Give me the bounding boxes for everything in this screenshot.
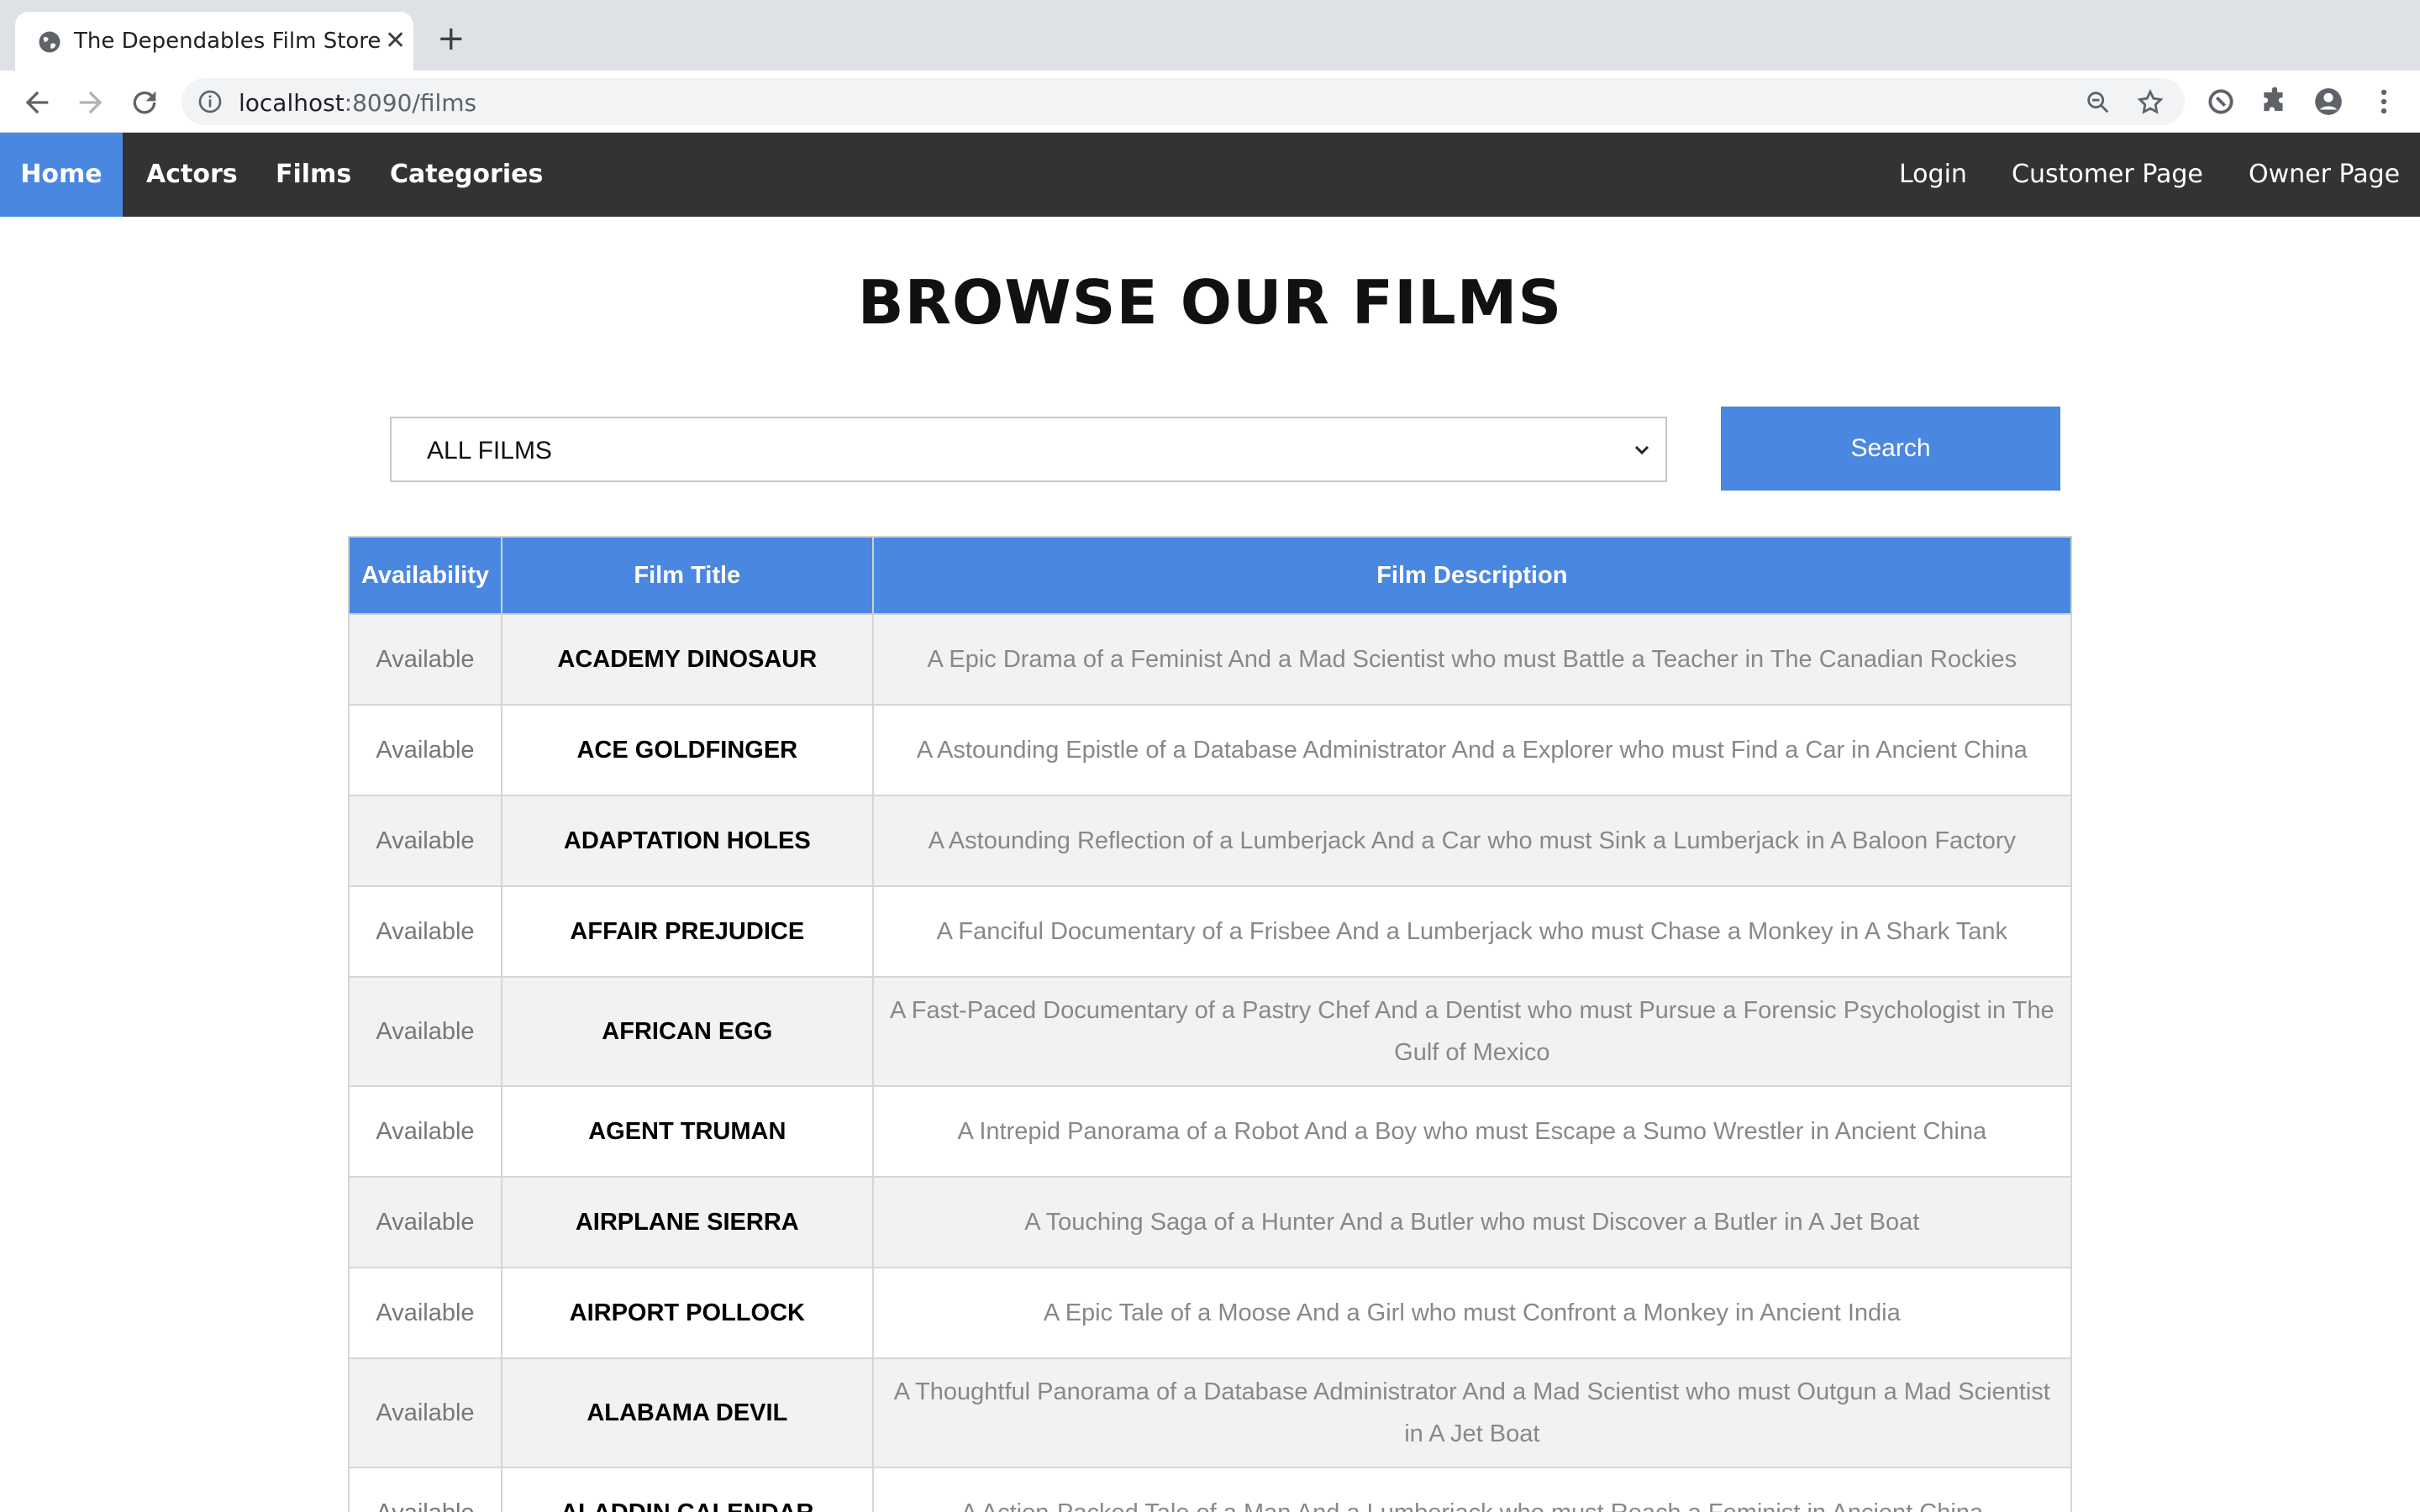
table-row: Available ALABAMA DEVIL A Thoughtful Pan… bbox=[348, 1357, 2073, 1468]
forward-arrow-icon[interactable] bbox=[74, 86, 108, 119]
close-tab-icon[interactable]: ✕ bbox=[385, 27, 406, 55]
site-info-icon[interactable] bbox=[197, 88, 224, 115]
profile-avatar-icon[interactable] bbox=[2312, 86, 2344, 118]
zoom-icon[interactable] bbox=[2084, 88, 2112, 117]
table-header-row: Availability Film Title Film Description bbox=[348, 536, 2073, 615]
film-title-cell: ACE GOLDFINGER bbox=[500, 704, 874, 796]
film-title-cell: AIRPLANE SIERRA bbox=[500, 1176, 874, 1268]
table-row: Available ALADDIN CALENDAR A Action-Pack… bbox=[348, 1467, 2073, 1512]
reload-icon[interactable] bbox=[128, 86, 161, 119]
browser-tabstrip: The Dependables Film Store ✕ + bbox=[0, 0, 2420, 71]
film-description-cell: A Fast-Paced Documentary of a Pastry Che… bbox=[871, 976, 2073, 1087]
film-description-cell: A Action-Packed Tale of a Man And a Lumb… bbox=[871, 1467, 2073, 1512]
availability-cell: Available bbox=[348, 1085, 502, 1178]
browser-tab[interactable]: The Dependables Film Store ✕ bbox=[15, 12, 413, 71]
availability-cell: Available bbox=[348, 1267, 502, 1359]
site-navbar: Home Actors Films Categories Login Custo… bbox=[0, 133, 2420, 217]
availability-cell: Available bbox=[348, 1357, 502, 1468]
chevron-down-icon bbox=[1634, 445, 1649, 455]
extensions-icon[interactable] bbox=[2259, 86, 2291, 118]
film-description-cell: A Touching Saga of a Hunter And a Butler… bbox=[871, 1176, 2073, 1268]
bookmark-star-icon[interactable] bbox=[2136, 88, 2165, 117]
film-description-cell: A Epic Drama of a Feminist And a Mad Sci… bbox=[871, 613, 2073, 706]
availability-header: Availability bbox=[348, 536, 502, 615]
availability-cell: Available bbox=[348, 1467, 502, 1512]
film-title-cell: ACADEMY DINOSAUR bbox=[500, 613, 874, 706]
nav-home-link[interactable]: Home bbox=[0, 133, 123, 217]
availability-cell: Available bbox=[348, 795, 502, 887]
film-filter-select[interactable]: ALL FILMS bbox=[390, 417, 1667, 482]
film-description-cell: A Fanciful Documentary of a Frisbee And … bbox=[871, 885, 2073, 978]
availability-cell: Available bbox=[348, 613, 502, 706]
film-description-cell: A Epic Tale of a Moose And a Girl who mu… bbox=[871, 1267, 2073, 1359]
table-row: Available ACADEMY DINOSAUR A Epic Drama … bbox=[348, 613, 2073, 706]
film-title-cell: AIRPORT POLLOCK bbox=[500, 1267, 874, 1359]
availability-cell: Available bbox=[348, 976, 502, 1087]
film-description-cell: A Intrepid Panorama of a Robot And a Boy… bbox=[871, 1085, 2073, 1178]
nav-categories-link[interactable]: Categories bbox=[390, 133, 543, 217]
film-description-cell: A Astounding Reflection of a Lumberjack … bbox=[871, 795, 2073, 887]
table-row: Available AGENT TRUMAN A Intrepid Panora… bbox=[348, 1085, 2073, 1178]
table-row: Available AFFAIR PREJUDICE A Fanciful Do… bbox=[348, 885, 2073, 978]
availability-cell: Available bbox=[348, 1176, 502, 1268]
table-row: Available AFRICAN EGG A Fast-Paced Docum… bbox=[348, 976, 2073, 1087]
film-title-cell: ALADDIN CALENDAR bbox=[500, 1467, 874, 1512]
film-title-cell: ALABAMA DEVIL bbox=[500, 1357, 874, 1468]
nav-customer-page-link[interactable]: Customer Page bbox=[2012, 133, 2203, 217]
globe-icon bbox=[39, 31, 60, 53]
films-table: Availability Film Title Film Description… bbox=[348, 536, 2073, 1512]
nav-owner-page-link[interactable]: Owner Page bbox=[2249, 133, 2400, 217]
film-title-cell: AGENT TRUMAN bbox=[500, 1085, 874, 1178]
film-title-header: Film Title bbox=[500, 536, 874, 615]
tab-title: The Dependables Film Store bbox=[74, 29, 381, 54]
film-description-header: Film Description bbox=[871, 536, 2073, 615]
film-title-cell: AFFAIR PREJUDICE bbox=[500, 885, 874, 978]
select-value: ALL FILMS bbox=[427, 437, 552, 465]
table-row: Available AIRPLANE SIERRA A Touching Sag… bbox=[348, 1176, 2073, 1268]
nav-films-link[interactable]: Films bbox=[276, 133, 351, 217]
availability-cell: Available bbox=[348, 704, 502, 796]
search-button[interactable]: Search bbox=[1721, 407, 2060, 491]
film-description-cell: A Thoughtful Panorama of a Database Admi… bbox=[871, 1357, 2073, 1468]
browser-toolbar: localhost:8090/films bbox=[0, 71, 2420, 133]
table-row: Available ADAPTATION HOLES A Astounding … bbox=[348, 795, 2073, 887]
page-title: BROWSE OUR FILMS bbox=[857, 267, 1563, 338]
nav-actors-link[interactable]: Actors bbox=[146, 133, 238, 217]
nav-login-link[interactable]: Login bbox=[1899, 133, 1967, 217]
address-bar[interactable]: localhost:8090/films bbox=[182, 78, 2185, 125]
film-description-cell: A Astounding Epistle of a Database Admin… bbox=[871, 704, 2073, 796]
back-arrow-icon[interactable] bbox=[20, 86, 54, 119]
table-row: Available ACE GOLDFINGER A Astounding Ep… bbox=[348, 704, 2073, 796]
sync-icon[interactable] bbox=[2205, 86, 2237, 118]
film-title-cell: ADAPTATION HOLES bbox=[500, 795, 874, 887]
availability-cell: Available bbox=[348, 885, 502, 978]
film-title-cell: AFRICAN EGG bbox=[500, 976, 874, 1087]
url-text: localhost:8090/films bbox=[239, 89, 477, 117]
new-tab-icon[interactable]: + bbox=[437, 22, 466, 55]
more-menu-icon[interactable] bbox=[2368, 86, 2400, 118]
table-row: Available AIRPORT POLLOCK A Epic Tale of… bbox=[348, 1267, 2073, 1359]
